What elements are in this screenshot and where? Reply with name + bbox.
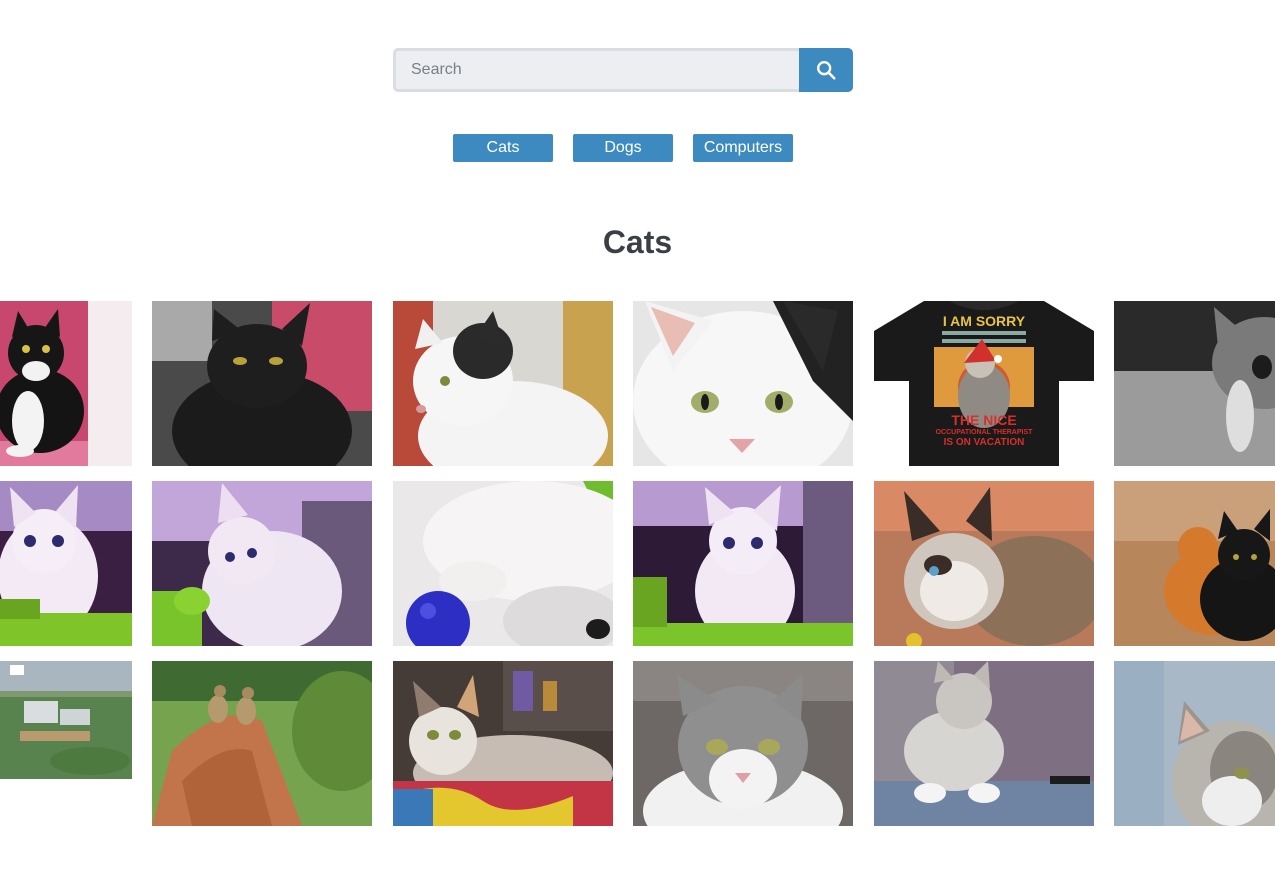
photo-r3c3[interactable]: [393, 661, 613, 826]
topic-buttons: Cats Dogs Computers: [0, 134, 1275, 162]
photo-r2c5[interactable]: [874, 481, 1094, 646]
photo-r3c6[interactable]: [1114, 661, 1275, 826]
topic-computers-button[interactable]: Computers: [693, 134, 793, 162]
photo-r1c1[interactable]: [0, 301, 132, 466]
shirt-line-1: I AM SORRY: [943, 313, 1026, 329]
photo-r2c2[interactable]: [152, 481, 372, 646]
shirt-line-2: THE NICE: [951, 412, 1016, 428]
results-heading: Cats: [602, 224, 673, 260]
photo-r1c3[interactable]: [393, 301, 613, 466]
topic-dogs-button[interactable]: Dogs: [573, 134, 673, 162]
photo-r2c1[interactable]: [0, 481, 132, 646]
shirt-line-4: IS ON VACATION: [944, 437, 1025, 448]
search-icon: [817, 61, 836, 80]
photo-r3c4[interactable]: [633, 661, 853, 826]
search-input[interactable]: [393, 48, 799, 92]
search-form: [393, 48, 853, 92]
topic-cats-button[interactable]: Cats: [453, 134, 553, 162]
search-button[interactable]: [799, 48, 853, 92]
photo-r2c4[interactable]: [633, 481, 853, 646]
photo-r1c6[interactable]: [1114, 301, 1275, 466]
photo-r1c2[interactable]: [152, 301, 372, 466]
photo-r2c3[interactable]: [393, 481, 613, 646]
photo-r3c1[interactable]: [0, 661, 132, 779]
photo-r3c5[interactable]: [874, 661, 1094, 826]
photo-r1c4[interactable]: [633, 301, 853, 466]
photo-r3c2[interactable]: [152, 661, 372, 826]
shirt-line-3: OCCUPATIONAL THERAPIST: [936, 429, 1034, 436]
photo-r2c6[interactable]: [1114, 481, 1275, 646]
photo-r1c5[interactable]: I AM SORRY THE NICE OCCUPATIONAL THERAPI…: [874, 301, 1094, 466]
